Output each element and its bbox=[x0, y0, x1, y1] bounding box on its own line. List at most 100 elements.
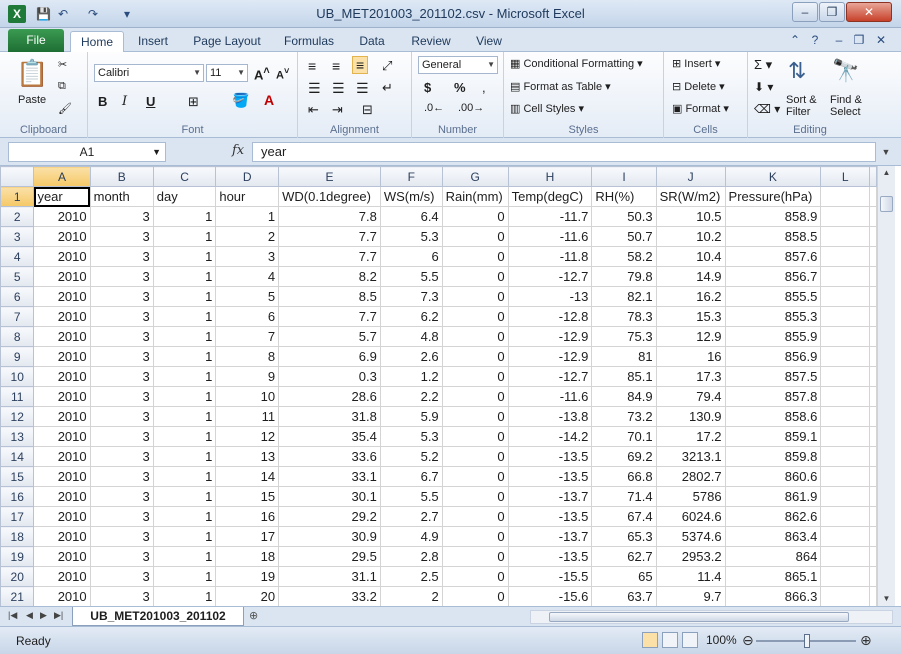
cell[interactable]: 3 bbox=[89, 586, 154, 606]
sheet-tab-active[interactable]: UB_MET201003_201102 bbox=[72, 607, 244, 626]
cell[interactable] bbox=[820, 406, 870, 427]
ribbon-collapse-icon[interactable]: ⌃ bbox=[788, 33, 802, 47]
prev-sheet-icon[interactable]: ◀ bbox=[26, 610, 33, 621]
cell[interactable]: 3 bbox=[89, 346, 154, 367]
cell[interactable]: 11 bbox=[215, 406, 280, 427]
cell[interactable]: 1.2 bbox=[379, 366, 443, 387]
row-header[interactable]: 18 bbox=[0, 526, 35, 547]
font-color-icon[interactable]: A bbox=[264, 92, 274, 108]
cell[interactable]: 8.2 bbox=[278, 266, 381, 287]
italic-button[interactable]: I bbox=[122, 94, 127, 109]
cell[interactable]: 6024.6 bbox=[655, 506, 726, 527]
cell[interactable] bbox=[869, 446, 877, 467]
number-format-combo[interactable]: General ▼ bbox=[418, 56, 498, 74]
row-header[interactable]: 11 bbox=[0, 386, 35, 407]
tab-page-layout[interactable]: Page Layout bbox=[188, 31, 266, 52]
underline-button[interactable]: U bbox=[146, 94, 155, 109]
cell[interactable]: 16.2 bbox=[655, 286, 726, 307]
column-header-f[interactable]: F bbox=[379, 166, 443, 187]
cell[interactable]: 7.3 bbox=[379, 286, 443, 307]
cell[interactable] bbox=[820, 506, 870, 527]
workbook-close-icon[interactable]: ✕ bbox=[874, 33, 888, 47]
cell[interactable] bbox=[820, 306, 870, 327]
cell[interactable] bbox=[820, 486, 870, 507]
normal-view-icon[interactable] bbox=[642, 632, 658, 648]
cell[interactable]: 12 bbox=[215, 426, 280, 447]
cell[interactable] bbox=[869, 406, 877, 427]
cell[interactable]: 3 bbox=[89, 426, 154, 447]
cell[interactable]: 0 bbox=[441, 526, 509, 547]
cell[interactable]: 1 bbox=[152, 226, 217, 247]
format-cells-button[interactable]: ▣ Format ▾ bbox=[672, 102, 729, 115]
cell[interactable]: 0 bbox=[441, 446, 509, 467]
cell[interactable] bbox=[869, 506, 877, 527]
cell[interactable]: 1 bbox=[152, 306, 217, 327]
cell[interactable]: 8 bbox=[215, 346, 280, 367]
cell[interactable]: 2010 bbox=[33, 546, 91, 567]
cell[interactable]: 17.2 bbox=[655, 426, 726, 447]
increase-indent-icon[interactable]: ⇥ bbox=[332, 102, 343, 118]
cell[interactable]: 3 bbox=[89, 486, 154, 507]
select-all-corner[interactable] bbox=[0, 166, 35, 187]
cell[interactable]: 1 bbox=[152, 386, 217, 407]
row-header[interactable]: 12 bbox=[0, 406, 35, 427]
decrease-decimal-icon[interactable]: .00→ bbox=[458, 102, 484, 114]
cell[interactable]: 856.7 bbox=[724, 266, 822, 287]
cell[interactable]: 1 bbox=[152, 546, 217, 567]
cell[interactable]: 865.1 bbox=[724, 566, 822, 587]
middle-align-icon[interactable]: ≡ bbox=[332, 58, 340, 74]
page-break-view-icon[interactable] bbox=[682, 632, 698, 648]
autosum-icon[interactable]: Σ ▾ bbox=[754, 57, 772, 73]
cell[interactable]: 0 bbox=[441, 506, 509, 527]
cell[interactable]: 82.1 bbox=[591, 286, 657, 307]
cell[interactable] bbox=[869, 346, 877, 367]
cell[interactable]: 2.6 bbox=[379, 346, 443, 367]
cell[interactable]: 1 bbox=[152, 566, 217, 587]
column-header-j[interactable]: J bbox=[655, 166, 726, 187]
cell[interactable]: -11.6 bbox=[507, 226, 593, 247]
bottom-align-icon[interactable]: ≡ bbox=[352, 56, 369, 74]
cell[interactable] bbox=[820, 586, 870, 606]
cell[interactable]: 858.5 bbox=[724, 226, 822, 247]
row-header[interactable]: 8 bbox=[0, 326, 35, 347]
page-layout-view-icon[interactable] bbox=[662, 632, 678, 648]
sort-filter-label[interactable]: Sort & bbox=[786, 94, 817, 106]
column-header-a[interactable]: A bbox=[33, 166, 91, 187]
cell[interactable]: 2 bbox=[215, 226, 280, 247]
cell[interactable]: 0 bbox=[441, 246, 509, 267]
cell[interactable]: 33.1 bbox=[278, 466, 381, 487]
cell[interactable] bbox=[869, 586, 877, 606]
cell[interactable]: 66.8 bbox=[591, 466, 657, 487]
cell[interactable] bbox=[869, 386, 877, 407]
cell[interactable] bbox=[869, 546, 877, 567]
cell[interactable]: 855.5 bbox=[724, 286, 822, 307]
cell[interactable]: 0 bbox=[441, 386, 509, 407]
cell[interactable]: 35.4 bbox=[278, 426, 381, 447]
cell[interactable]: 6.4 bbox=[379, 206, 443, 227]
cell[interactable]: 10.5 bbox=[655, 206, 726, 227]
horizontal-scroll-thumb[interactable] bbox=[549, 612, 849, 622]
expand-formula-bar-icon[interactable]: ▼ bbox=[878, 142, 894, 162]
cell[interactable]: 1 bbox=[215, 206, 280, 227]
cell[interactable]: WS(m/s) bbox=[379, 186, 443, 207]
cell[interactable]: 0 bbox=[441, 266, 509, 287]
orientation-icon[interactable]: ⤢ bbox=[382, 58, 392, 74]
clear-icon[interactable]: ⌫ ▾ bbox=[754, 102, 780, 116]
cell[interactable]: 0 bbox=[441, 406, 509, 427]
decrease-indent-icon[interactable]: ⇤ bbox=[308, 102, 319, 118]
cell[interactable]: 1 bbox=[152, 506, 217, 527]
cell[interactable]: 16 bbox=[215, 506, 280, 527]
grow-font-icon[interactable]: A˄ bbox=[254, 65, 270, 82]
cell[interactable] bbox=[869, 466, 877, 487]
cell[interactable]: 2010 bbox=[33, 506, 91, 527]
font-name-combo[interactable]: Calibri ▼ bbox=[94, 64, 204, 82]
cell[interactable]: 15.3 bbox=[655, 306, 726, 327]
cell[interactable]: 17.3 bbox=[655, 366, 726, 387]
cell[interactable] bbox=[820, 286, 870, 307]
borders-icon[interactable]: ⊞ bbox=[188, 94, 199, 110]
last-sheet-icon[interactable]: ▶| bbox=[54, 610, 63, 621]
cell[interactable] bbox=[820, 366, 870, 387]
cell[interactable]: 1 bbox=[152, 246, 217, 267]
cell[interactable]: 9 bbox=[215, 366, 280, 387]
column-header-l[interactable]: L bbox=[820, 166, 870, 187]
